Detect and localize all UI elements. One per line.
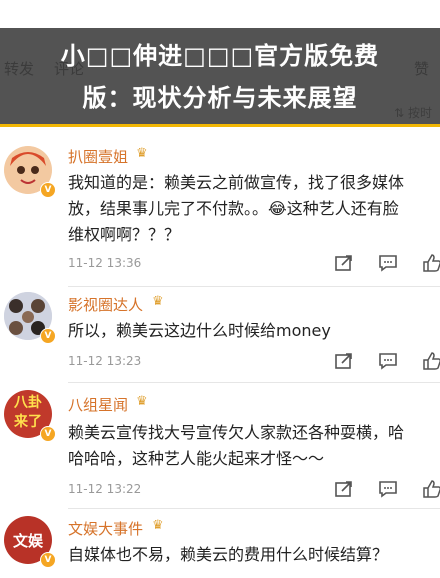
verified-badge-icon: V — [40, 328, 56, 344]
comment-text-line: 维权啊啊？？？ — [68, 225, 181, 244]
comment-item: V 影视圈达人 ♛ 所以，赖美云这边什么时候给money 11-12 13:23 — [0, 290, 440, 383]
comment-text-line: 哈哈哈，这种艺人能火起来才怪～～ — [68, 449, 325, 468]
comment-text: 自媒体也不易，赖美云的费用什么时候结算？ — [68, 542, 440, 568]
username[interactable]: 八组星闻 — [68, 394, 128, 415]
comment-text: 我知道的是：赖美云之前做宣传，找了很多媒体 放，结果事儿完了不付款。。😂这种艺人… — [68, 170, 440, 248]
overlay-title-line-1: 小□□伸进□□□官方版免费 — [60, 42, 380, 70]
comment-time: 11-12 13:36 — [68, 256, 142, 270]
crown-icon: ♛ — [136, 394, 148, 409]
comment-text-line: 赖美云宣传找大号宣传欠人家款还各种耍横，哈 — [68, 423, 405, 442]
like-icon[interactable] — [422, 480, 440, 498]
like-icon[interactable] — [422, 254, 440, 272]
verified-badge-icon: V — [40, 426, 56, 442]
comment-icon[interactable] — [378, 480, 398, 498]
username[interactable]: 影视圈达人 — [68, 294, 143, 315]
like-icon[interactable] — [422, 352, 440, 370]
comment-item: 八卦 来了 V 八组星闻 ♛ 赖美云宣传找大号宣传欠人家款还各种耍横，哈 哈哈哈… — [0, 384, 440, 509]
crown-icon: ♛ — [136, 146, 148, 161]
comment-time: 11-12 13:22 — [68, 482, 142, 496]
verified-badge-icon: V — [40, 182, 56, 198]
share-icon[interactable] — [334, 480, 354, 498]
verified-badge-icon: V — [40, 552, 56, 568]
comment-item: V 扒圈壹姐 ♛ 我知道的是：赖美云之前做宣传，找了很多媒体 放，结果事儿完了不… — [0, 140, 440, 290]
comment-text-line: 所以，赖美云这边什么时候给money — [68, 321, 331, 340]
comment-text: 赖美云宣传找大号宣传欠人家款还各种耍横，哈 哈哈哈，这种艺人能火起来才怪～～ — [68, 420, 440, 472]
crown-icon: ♛ — [152, 518, 164, 533]
divider — [68, 286, 440, 287]
username[interactable]: 扒圈壹姐 — [68, 146, 128, 167]
comment-icon[interactable] — [378, 352, 398, 370]
divider — [68, 382, 440, 383]
crown-icon: ♛ — [152, 294, 164, 309]
avatar-text: 文娱 — [12, 532, 43, 550]
username[interactable]: 文娱大事件 — [68, 518, 143, 539]
comment-text-line: 放，结果事儿完了不付款。。😂这种艺人还有脸 — [68, 199, 399, 218]
divider — [68, 508, 440, 509]
comment-text: 所以，赖美云这边什么时候给money — [68, 318, 440, 344]
overlay-title-line-2: 版：现状分析与未来展望 — [82, 84, 358, 112]
avatar-text-line: 八卦 — [14, 395, 42, 411]
share-icon[interactable] — [334, 352, 354, 370]
comment-icon[interactable] — [378, 254, 398, 272]
comment-text-line: 我知道的是：赖美云之前做宣传，找了很多媒体 — [68, 173, 405, 192]
comment-text-line: 自媒体也不易，赖美云的费用什么时候结算？ — [68, 545, 389, 564]
comment-time: 11-12 13:23 — [68, 354, 142, 368]
share-icon[interactable] — [334, 254, 354, 272]
title-overlay: 小□□伸进□□□官方版免费 版：现状分析与未来展望 — [0, 28, 440, 127]
comment-item: 文娱 V 文娱大事件 ♛ 自媒体也不易，赖美云的费用什么时候结算？ — [0, 510, 440, 578]
